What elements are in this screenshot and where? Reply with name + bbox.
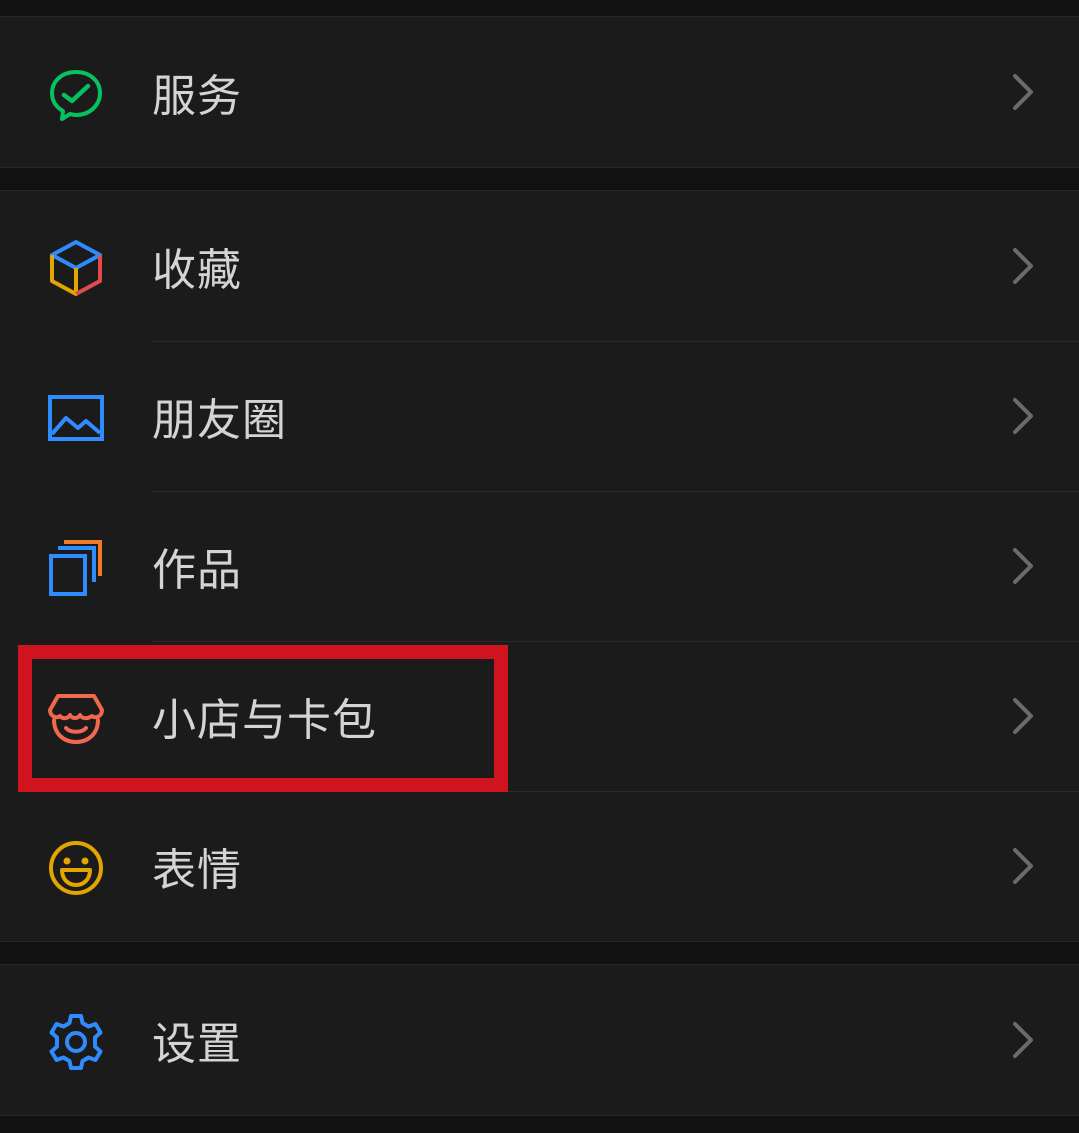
menu-item-label: 收藏 [152, 245, 242, 296]
chevron-right-icon [1011, 846, 1035, 886]
menu-item-label: 作品 [152, 545, 242, 596]
menu-group-settings: 设置 [0, 964, 1079, 1116]
shop-cards-icon [46, 688, 106, 748]
chevron-right-icon [1011, 396, 1035, 436]
menu-item-label: 服务 [152, 71, 242, 122]
menu-item-settings[interactable]: 设置 [0, 965, 1079, 1115]
menu-item-service[interactable]: 服务 [0, 17, 1079, 167]
favorites-cube-icon [46, 238, 106, 298]
me-menu-page: 服务 收藏 朋友圈 作品 小店与卡包 表情 设置 [0, 0, 1079, 1133]
menu-item-label: 表情 [152, 845, 242, 896]
service-chat-check-icon [46, 64, 106, 124]
chevron-right-icon [1011, 72, 1035, 112]
menu-item-moments[interactable]: 朋友圈 [0, 341, 1079, 491]
menu-group-service: 服务 [0, 16, 1079, 168]
settings-gear-icon [46, 1012, 106, 1072]
menu-group-main: 收藏 朋友圈 作品 小店与卡包 表情 [0, 190, 1079, 942]
chevron-right-icon [1011, 546, 1035, 586]
menu-item-label: 设置 [152, 1019, 242, 1070]
chevron-right-icon [1011, 696, 1035, 736]
menu-item-shop-and-cards[interactable]: 小店与卡包 [0, 641, 1079, 791]
works-cards-icon [46, 538, 106, 598]
menu-item-favorites[interactable]: 收藏 [0, 191, 1079, 341]
chevron-right-icon [1011, 1020, 1035, 1060]
top-spacer [0, 0, 1079, 16]
moments-picture-icon [46, 388, 106, 448]
sticker-smile-icon [46, 838, 106, 898]
menu-item-label: 朋友圈 [152, 395, 287, 446]
menu-item-stickers[interactable]: 表情 [0, 791, 1079, 941]
chevron-right-icon [1011, 246, 1035, 286]
menu-item-label: 小店与卡包 [152, 695, 377, 746]
menu-item-works[interactable]: 作品 [0, 491, 1079, 641]
